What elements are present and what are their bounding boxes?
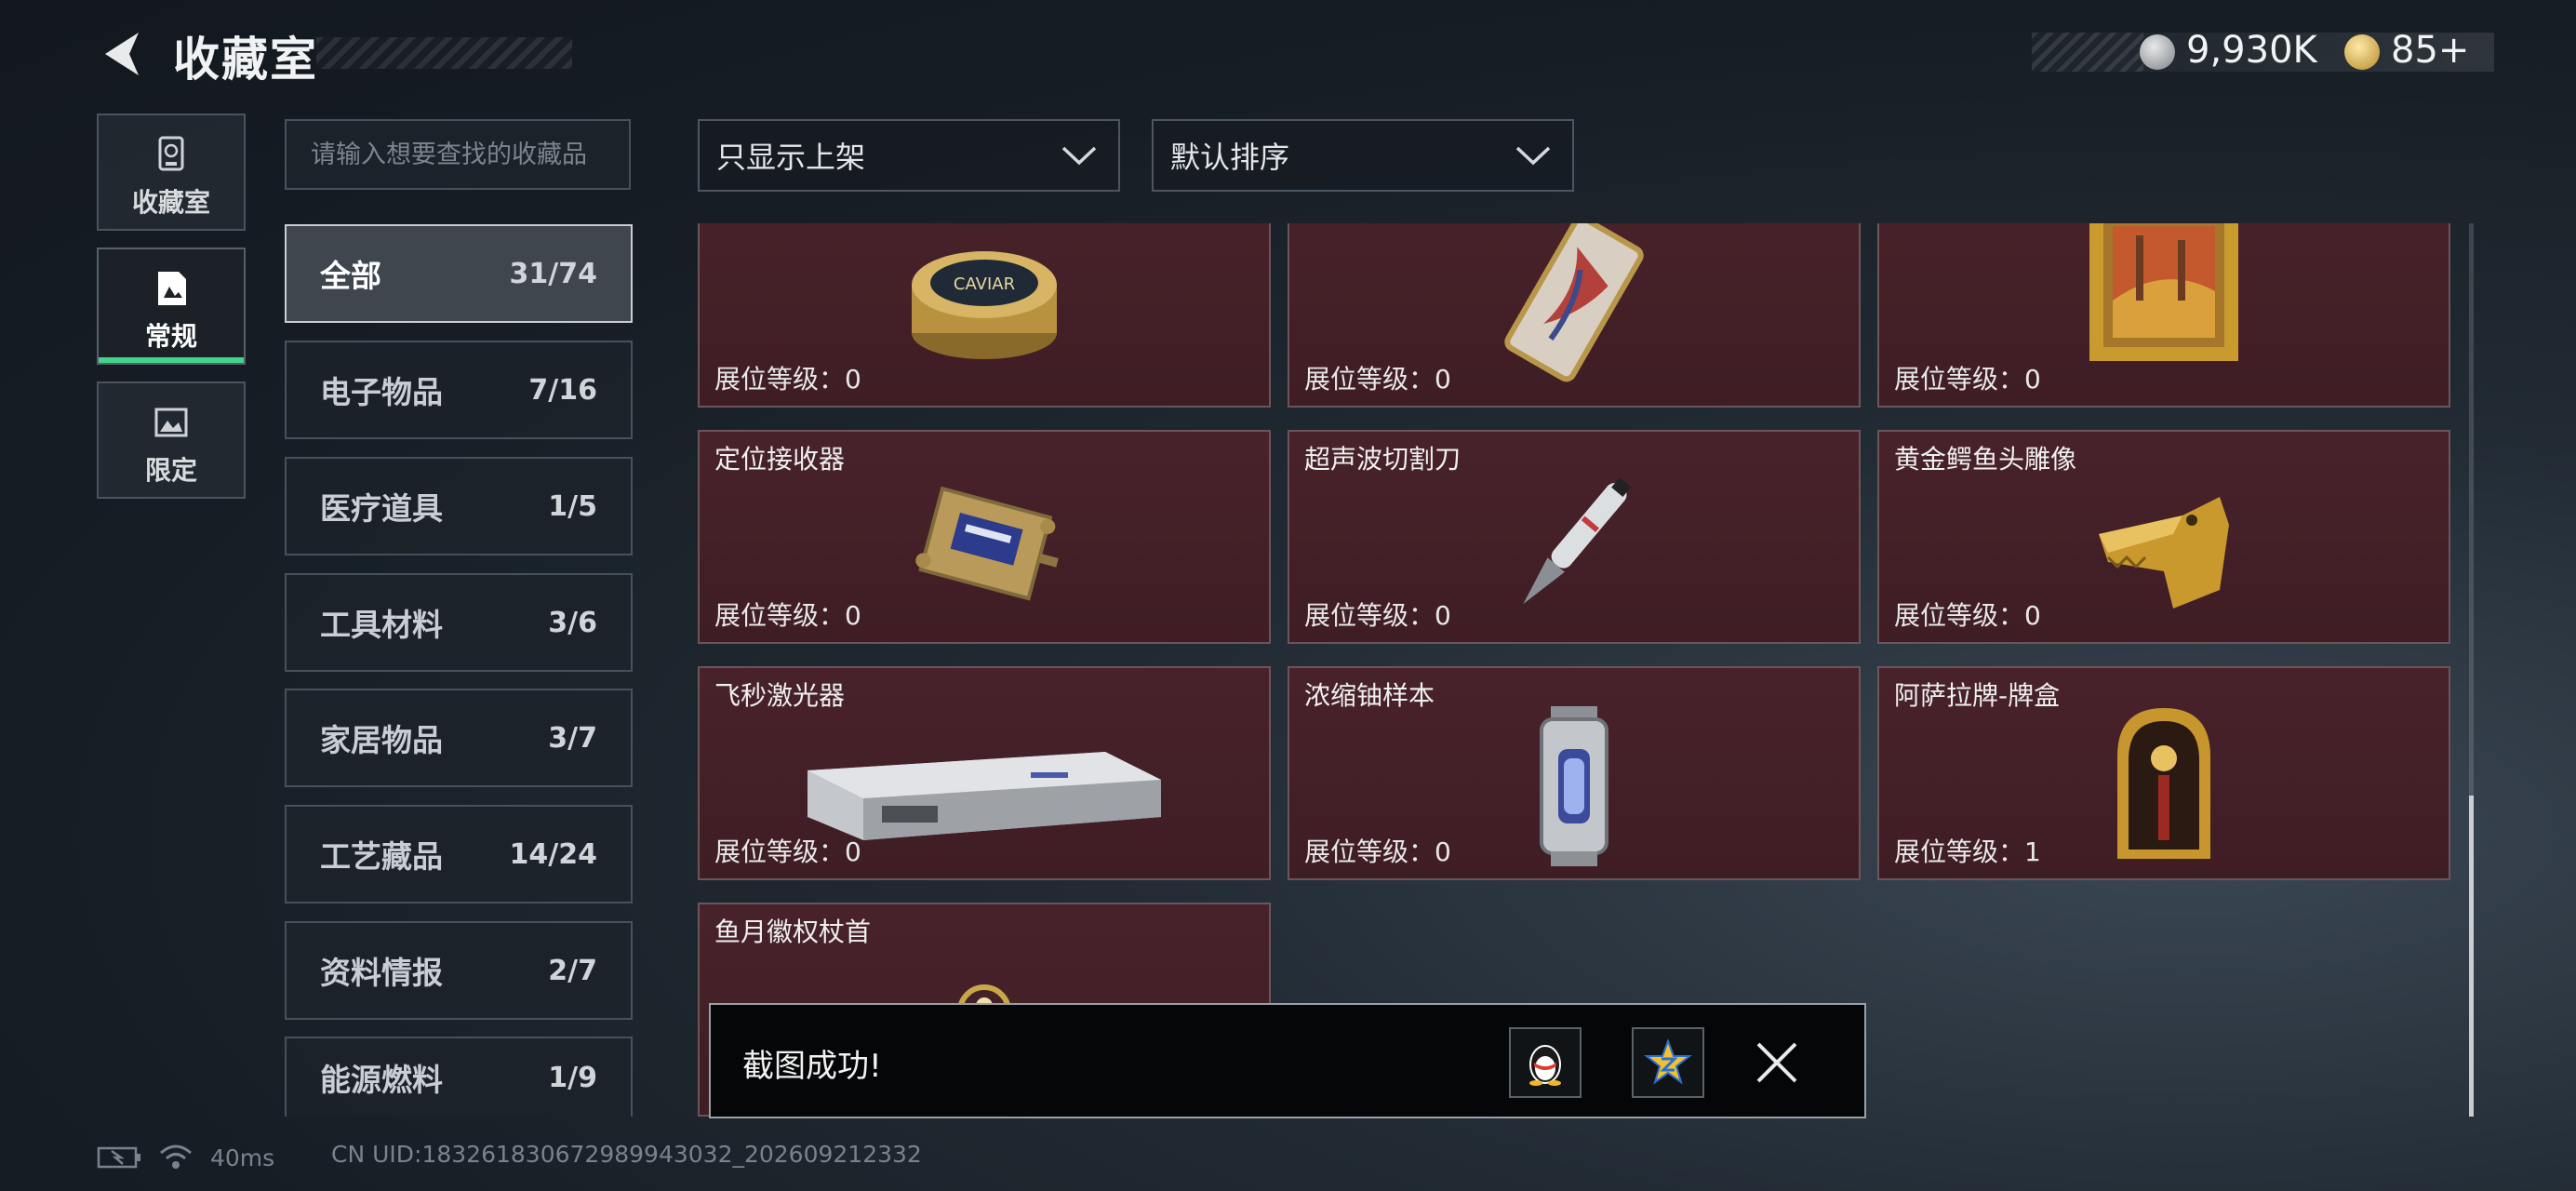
item-card[interactable]: 展位等级：0 bbox=[1877, 223, 2450, 408]
user-uid: CN UID:183261830672989943032_20260921233… bbox=[331, 1141, 922, 1168]
status-bar: 40ms bbox=[97, 1139, 274, 1176]
caviar-label: CAVIAR bbox=[954, 274, 1015, 294]
item-card[interactable]: 超声波切割刀 展位等级：0 bbox=[1288, 430, 1861, 644]
item-card[interactable]: 黄金鳄鱼头雕像 展位等级：0 bbox=[1877, 430, 2450, 644]
search-input[interactable] bbox=[285, 119, 631, 190]
gps-receiver-image bbox=[901, 474, 1068, 626]
share-qzone-button[interactable] bbox=[1632, 1027, 1704, 1098]
document-icon bbox=[158, 272, 186, 305]
screenshot-toast: 截图成功! bbox=[709, 1003, 1866, 1118]
silver-coin-icon bbox=[2140, 34, 2175, 70]
category-tools[interactable]: 工具材料 3/6 bbox=[285, 573, 633, 672]
active-tab-indicator bbox=[99, 357, 244, 363]
framed-painting-image bbox=[2085, 223, 2243, 369]
category-medical[interactable]: 医疗道具 1/5 bbox=[285, 457, 633, 555]
gold-coin-icon bbox=[2344, 34, 2380, 70]
back-arrow-icon bbox=[105, 33, 139, 75]
side-tab-label: 常规 bbox=[144, 321, 197, 352]
category-electronics[interactable]: 电子物品 7/16 bbox=[285, 341, 633, 439]
ping-value: 40ms bbox=[210, 1144, 275, 1171]
item-card[interactable]: 飞秒激光器 展位等级：0 bbox=[698, 666, 1271, 880]
grid-scrollbar-thumb[interactable] bbox=[2469, 796, 2474, 1117]
category-intel[interactable]: 资料情报 2/7 bbox=[285, 921, 633, 1020]
ultrasonic-cutter-image bbox=[1500, 460, 1648, 631]
side-tab-label: 收藏室 bbox=[131, 187, 210, 218]
wifi-icon bbox=[160, 1144, 192, 1169]
item-card[interactable]: 定位接收器 展位等级：0 bbox=[698, 430, 1271, 644]
side-tab-limited[interactable]: 限定 bbox=[97, 381, 246, 499]
uranium-canister-image bbox=[1532, 703, 1616, 874]
caviar-tin-image: CAVIAR bbox=[905, 229, 1063, 372]
toast-message: 截图成功! bbox=[742, 1048, 882, 1085]
currency-bar: 9,930K 85+ bbox=[2032, 29, 2494, 72]
battery-icon bbox=[97, 1146, 140, 1169]
qq-penguin-icon bbox=[1529, 1045, 1561, 1086]
trophy-box-icon bbox=[158, 136, 184, 171]
card-box-image bbox=[2108, 701, 2220, 872]
category-crafts[interactable]: 工艺藏品 14/24 bbox=[285, 805, 633, 903]
image-frame-icon bbox=[154, 408, 188, 437]
category-household[interactable]: 家居物品 3/7 bbox=[285, 689, 633, 787]
gold-crocodile-head-image bbox=[2080, 478, 2248, 622]
share-qq-button[interactable] bbox=[1509, 1027, 1582, 1098]
item-card[interactable]: 阿萨拉牌-牌盒 展位等级：1 bbox=[1877, 666, 2450, 880]
close-toast-button[interactable] bbox=[1753, 1038, 1801, 1087]
gilded-card-image bbox=[1486, 223, 1662, 386]
gold-currency-value: 85+ bbox=[2391, 29, 2470, 72]
side-tab-regular[interactable]: 常规 bbox=[97, 248, 246, 365]
side-tab-label: 限定 bbox=[144, 455, 197, 486]
page-title: 收藏室 bbox=[173, 33, 318, 87]
back-button[interactable] bbox=[93, 26, 149, 82]
category-all[interactable]: 全部 31/74 bbox=[285, 224, 633, 323]
category-energy[interactable]: 能源燃料 1/9 bbox=[285, 1037, 633, 1117]
sort-dropdown[interactable]: 默认排序 bbox=[1152, 119, 1574, 192]
item-card[interactable]: 浓缩铀样本 展位等级：0 bbox=[1288, 666, 1861, 880]
chevron-down-icon bbox=[1515, 146, 1551, 166]
shelf-filter-dropdown[interactable]: 只显示上架 bbox=[698, 119, 1120, 192]
chevron-down-icon bbox=[1061, 146, 1097, 166]
qzone-star-icon bbox=[1644, 1038, 1692, 1085]
collection-grid[interactable]: CAVIAR 展位等级：0 展位等级：0 展位等级：0 定位接收器 展位等级：0… bbox=[698, 223, 2456, 1117]
side-tab-collection-room[interactable]: 收藏室 bbox=[97, 114, 246, 231]
item-card[interactable]: CAVIAR 展位等级：0 bbox=[698, 223, 1271, 408]
silver-currency-value: 9,930K bbox=[2186, 29, 2317, 72]
close-icon bbox=[1756, 1042, 1797, 1083]
item-card[interactable]: 展位等级：0 bbox=[1288, 223, 1861, 408]
title-decoration bbox=[316, 37, 572, 69]
